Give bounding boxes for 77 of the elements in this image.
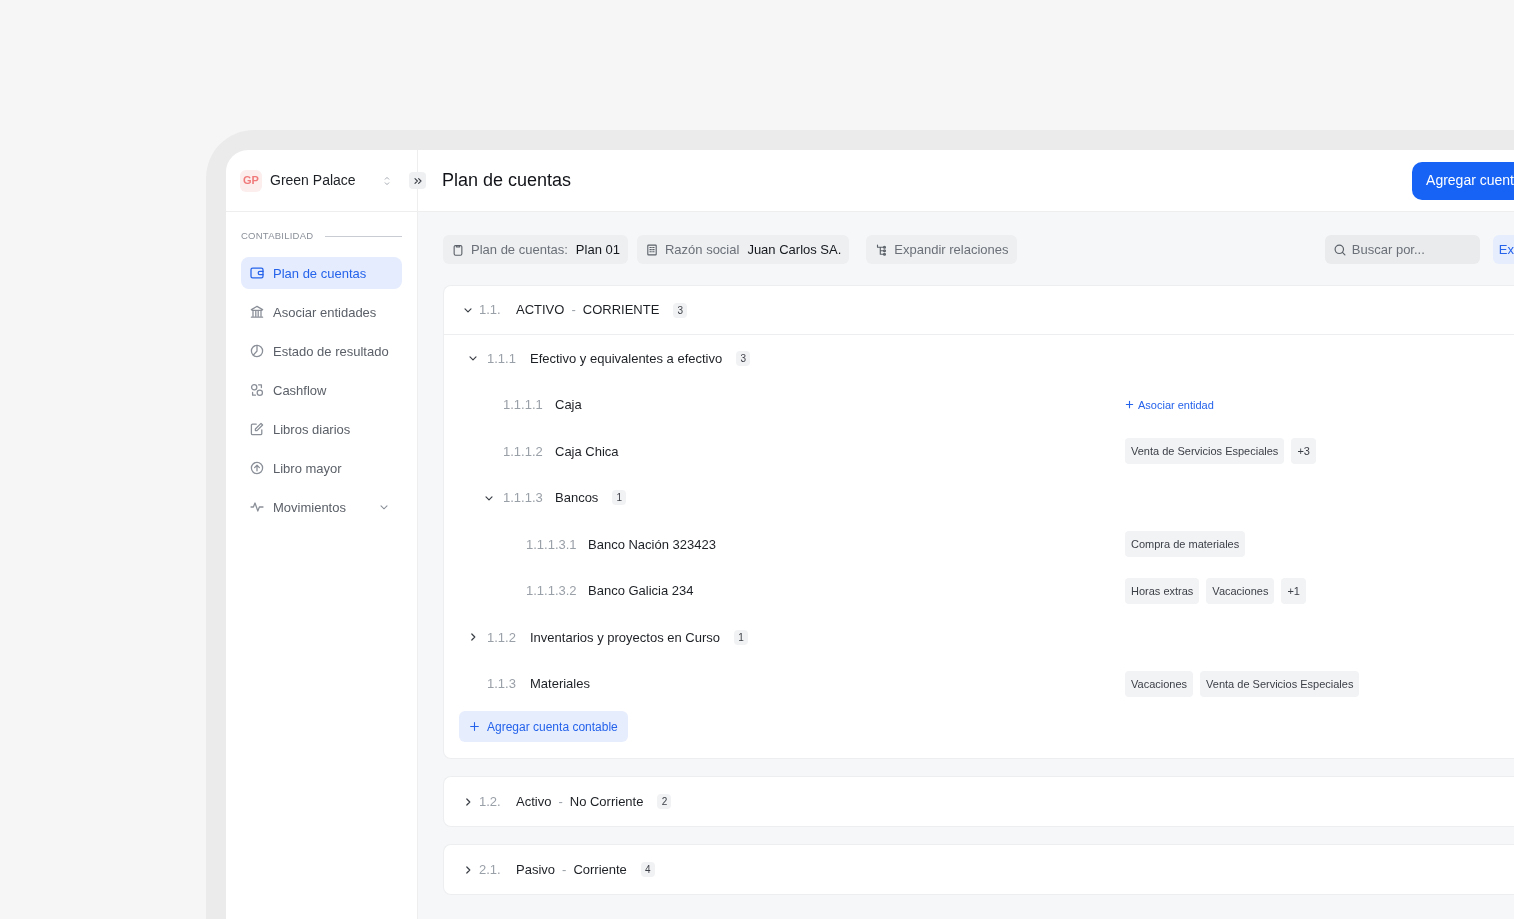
tree-icon [874,242,889,257]
separator: - [571,301,576,320]
account-code: 1.1.1.3.1 [526,535,578,554]
entity-tag: Vacaciones [1206,577,1275,604]
nav-item[interactable]: Estado de resultado [241,335,402,368]
group-code: 1.1. [479,301,502,320]
account-code: 1.1.3 [487,675,517,693]
clipboard-icon [451,242,465,257]
account-code: 1.1.2 [487,628,517,647]
entity-tag: Horas extras [1125,577,1200,604]
workspace-logo: GP [240,169,262,192]
account-name: Caja Chica [555,442,619,461]
page-title: Plan de cuentas [442,169,572,192]
entity-tag: Venta de Servicios Especiales [1200,670,1360,697]
separator: - [562,860,567,879]
account-name: Banco Galicia 234 [588,582,694,600]
account-name: Efectivo y equivalentes a efectivo [530,349,723,368]
bank-icon [249,304,265,321]
nav-item[interactable]: Movimientos [241,491,402,524]
plus-icon [469,721,480,732]
group-name: ACTIVO [516,301,565,320]
add-account-button[interactable]: Agregar cuent [1412,161,1514,200]
expand-button[interactable]: Expandir relaciones [866,235,1017,264]
count-badge: 1 [612,490,627,506]
nav-item[interactable]: Libro mayor [241,452,402,485]
chip-value: Plan 01 [575,240,620,259]
count-badge: 2 [657,794,672,809]
entity-tag: +1 [1281,577,1306,604]
nav-item[interactable]: Cashflow [241,374,402,407]
arrow-circle-icon [249,460,265,477]
group-name: Activo [516,792,552,811]
entity-tag: Vacaciones [1125,670,1194,697]
count-badge: 4 [640,862,655,877]
account-code: 1.1.1.1 [503,396,544,414]
separator: - [558,792,563,811]
entity-tag: Venta de Servicios Especiales [1125,438,1285,465]
search-field[interactable]: Buscar por... [1324,235,1480,264]
search-icon [1332,242,1347,257]
account-name: Bancos [555,489,599,507]
account-code: 1.1.1.3.2 [526,582,578,600]
group-subname: CORRIENTE [582,301,660,320]
add-account-button[interactable]: Agregar cuenta contable [459,711,628,742]
cycle-icon [249,382,265,399]
export-button[interactable]: Ex [1492,235,1514,264]
group-code: 2.1. [479,860,502,879]
filter-chip[interactable]: Razón social Juan Carlos SA. [636,235,850,264]
associate-entity-link[interactable]: Asociar entidad [1125,396,1214,413]
plus-icon [1125,400,1134,410]
nav-item[interactable]: Libros diarios [241,413,402,446]
account-name: Banco Nación 323423 [588,535,716,554]
count-badge: 1 [734,629,749,645]
edit-icon [249,421,265,438]
entity-tag: +3 [1291,438,1316,465]
account-code: 1.1.1 [487,349,517,368]
account-name: Materiales [530,675,590,693]
group-code: 1.2. [479,792,502,811]
section-label: CONTABILIDAD [241,229,314,243]
account-code: 1.1.1.3 [503,489,544,507]
chip-label: Plan de cuentas: [471,240,568,259]
account-name: Caja [555,396,582,414]
collapse-button[interactable] [409,172,426,189]
pie-chart-icon [249,343,265,360]
building-icon [644,242,659,257]
nav-item[interactable]: Plan de cuentas [241,257,402,290]
chip-value: Juan Carlos SA. [747,240,842,259]
filter-chip[interactable]: Plan de cuentas: Plan 01 [443,235,628,264]
count-badge: 3 [736,350,751,366]
account-code: 1.1.1.2 [503,442,544,461]
chip-label: Razón social [664,240,740,259]
group-subname: Corriente [573,860,627,879]
nav-item[interactable]: Asociar entidades [241,296,402,329]
account-name: Inventarios y proyectos en Curso [530,628,721,647]
workspace-name: Green Palace [270,171,357,190]
group-name: Pasivo [516,860,556,879]
group-subname: No Corriente [569,792,644,811]
count-badge: 3 [673,302,688,318]
entity-tag: Compra de materiales [1125,531,1246,558]
